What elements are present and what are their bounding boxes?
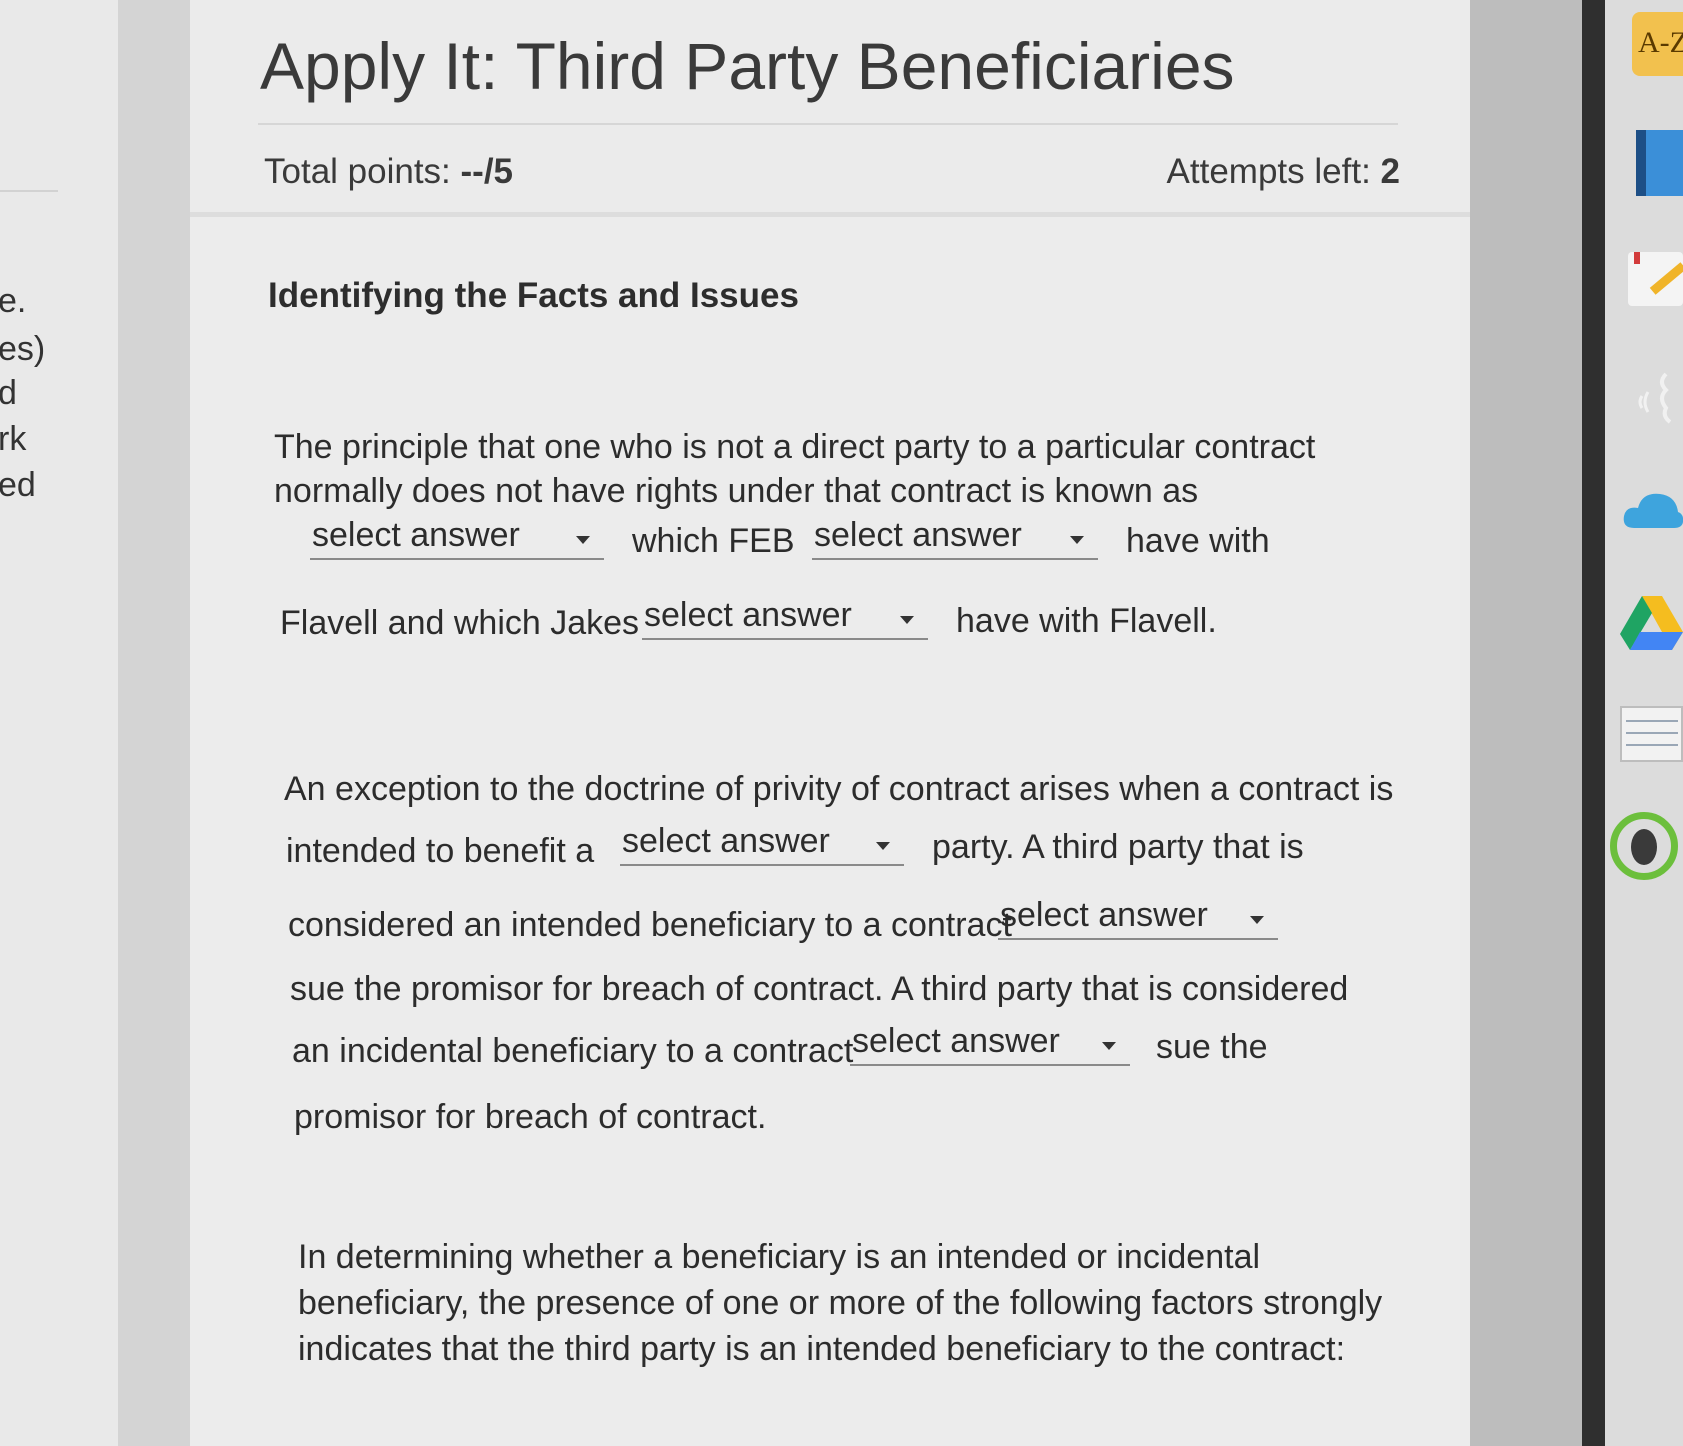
left-panel-fragment: d: [0, 374, 17, 412]
question2-text-intended: intended to benefit a: [286, 832, 595, 870]
question2-text-party: party. A third party that is: [932, 828, 1304, 866]
page-title: Apply It: Third Party Beneficiaries: [260, 29, 1235, 103]
total-points: Total points: --/5: [264, 152, 513, 192]
chevron-down-icon: [576, 536, 590, 544]
question1-text-have-with-flavell: have with Flavell.: [956, 602, 1217, 640]
attempts-left: Attempts left: 2: [1167, 152, 1400, 192]
question2-dropdown-3[interactable]: select answer: [850, 1022, 1130, 1066]
question1-dropdown-3[interactable]: select answer: [642, 596, 928, 640]
book-icon[interactable]: [1636, 130, 1683, 196]
question2-dropdown-1[interactable]: select answer: [620, 822, 904, 866]
cloud-icon[interactable]: [1622, 488, 1683, 532]
question2-text-incidental: an incidental beneficiary to a contract: [292, 1032, 854, 1070]
question3-line3: indicates that the third party is an int…: [298, 1330, 1346, 1368]
left-panel-fragment: rk: [0, 420, 27, 458]
chevron-down-icon: [900, 616, 914, 624]
dropdown-placeholder: select answer: [1000, 896, 1208, 934]
text-to-speech-icon[interactable]: [1628, 368, 1683, 426]
total-points-label: Total points:: [264, 152, 451, 191]
section-title: Identifying the Facts and Issues: [268, 276, 799, 315]
dropdown-placeholder: select answer: [814, 516, 1022, 554]
attempts-left-label: Attempts left:: [1166, 152, 1371, 191]
question1-dropdown-1[interactable]: select answer: [310, 516, 604, 560]
question1-line1: The principle that one who is not a dire…: [274, 428, 1316, 466]
left-side-panel: e. es) d rk ed: [0, 0, 118, 1446]
right-dock: A-Z: [1470, 0, 1683, 1446]
question3-line1: In determining whether a beneficiary is …: [298, 1238, 1261, 1276]
chevron-down-icon: [1070, 536, 1084, 544]
left-panel-fragment: e.: [0, 282, 27, 320]
chevron-down-icon: [1102, 1042, 1116, 1050]
question1-text-flavell-jakes: Flavell and which Jakes: [280, 604, 640, 642]
question2-text-considered: considered an intended beneficiary to a …: [288, 906, 1012, 944]
question2-dropdown-2[interactable]: select answer: [998, 896, 1278, 940]
total-points-value: --/5: [460, 152, 514, 191]
question2-line-sue: sue the promisor for breach of contract.…: [290, 970, 1349, 1008]
assignment-content: Apply It: Third Party Beneficiaries Tota…: [190, 0, 1470, 1446]
question3-line2: beneficiary, the presence of one or more…: [298, 1284, 1383, 1322]
title-divider: [258, 123, 1398, 125]
question1-text-which-feb: which FEB: [632, 522, 795, 560]
avatar-icon[interactable]: [1610, 812, 1678, 880]
az-label: A-Z: [1638, 26, 1683, 59]
question1-dropdown-2[interactable]: select answer: [812, 516, 1098, 560]
chevron-down-icon: [876, 842, 890, 850]
notebook-icon[interactable]: [1620, 706, 1683, 762]
question2-line1: An exception to the doctrine of privity …: [284, 770, 1394, 808]
left-panel-fragment: es): [0, 330, 46, 368]
question1-line2: normally does not have rights under that…: [274, 472, 1199, 510]
assignment-header: Apply It: Third Party Beneficiaries Tota…: [190, 0, 1470, 217]
az-dictionary-icon[interactable]: A-Z: [1632, 12, 1683, 76]
google-drive-icon[interactable]: [1620, 596, 1683, 650]
attempts-left-value: 2: [1380, 152, 1400, 191]
dropdown-placeholder: select answer: [852, 1022, 1060, 1060]
question2-text-sue-the: sue the: [1156, 1028, 1268, 1066]
question1-text-have-with: have with: [1126, 522, 1270, 560]
panel-gutter: [118, 0, 190, 1446]
left-panel-divider: [0, 190, 58, 192]
dropdown-placeholder: select answer: [644, 596, 852, 634]
chevron-down-icon: [1250, 916, 1264, 924]
question2-line-end: promisor for breach of contract.: [294, 1098, 767, 1136]
notepad-pencil-icon[interactable]: [1628, 252, 1683, 306]
dropdown-placeholder: select answer: [622, 822, 830, 860]
left-panel-fragment: ed: [0, 466, 36, 504]
dropdown-placeholder: select answer: [312, 516, 520, 554]
